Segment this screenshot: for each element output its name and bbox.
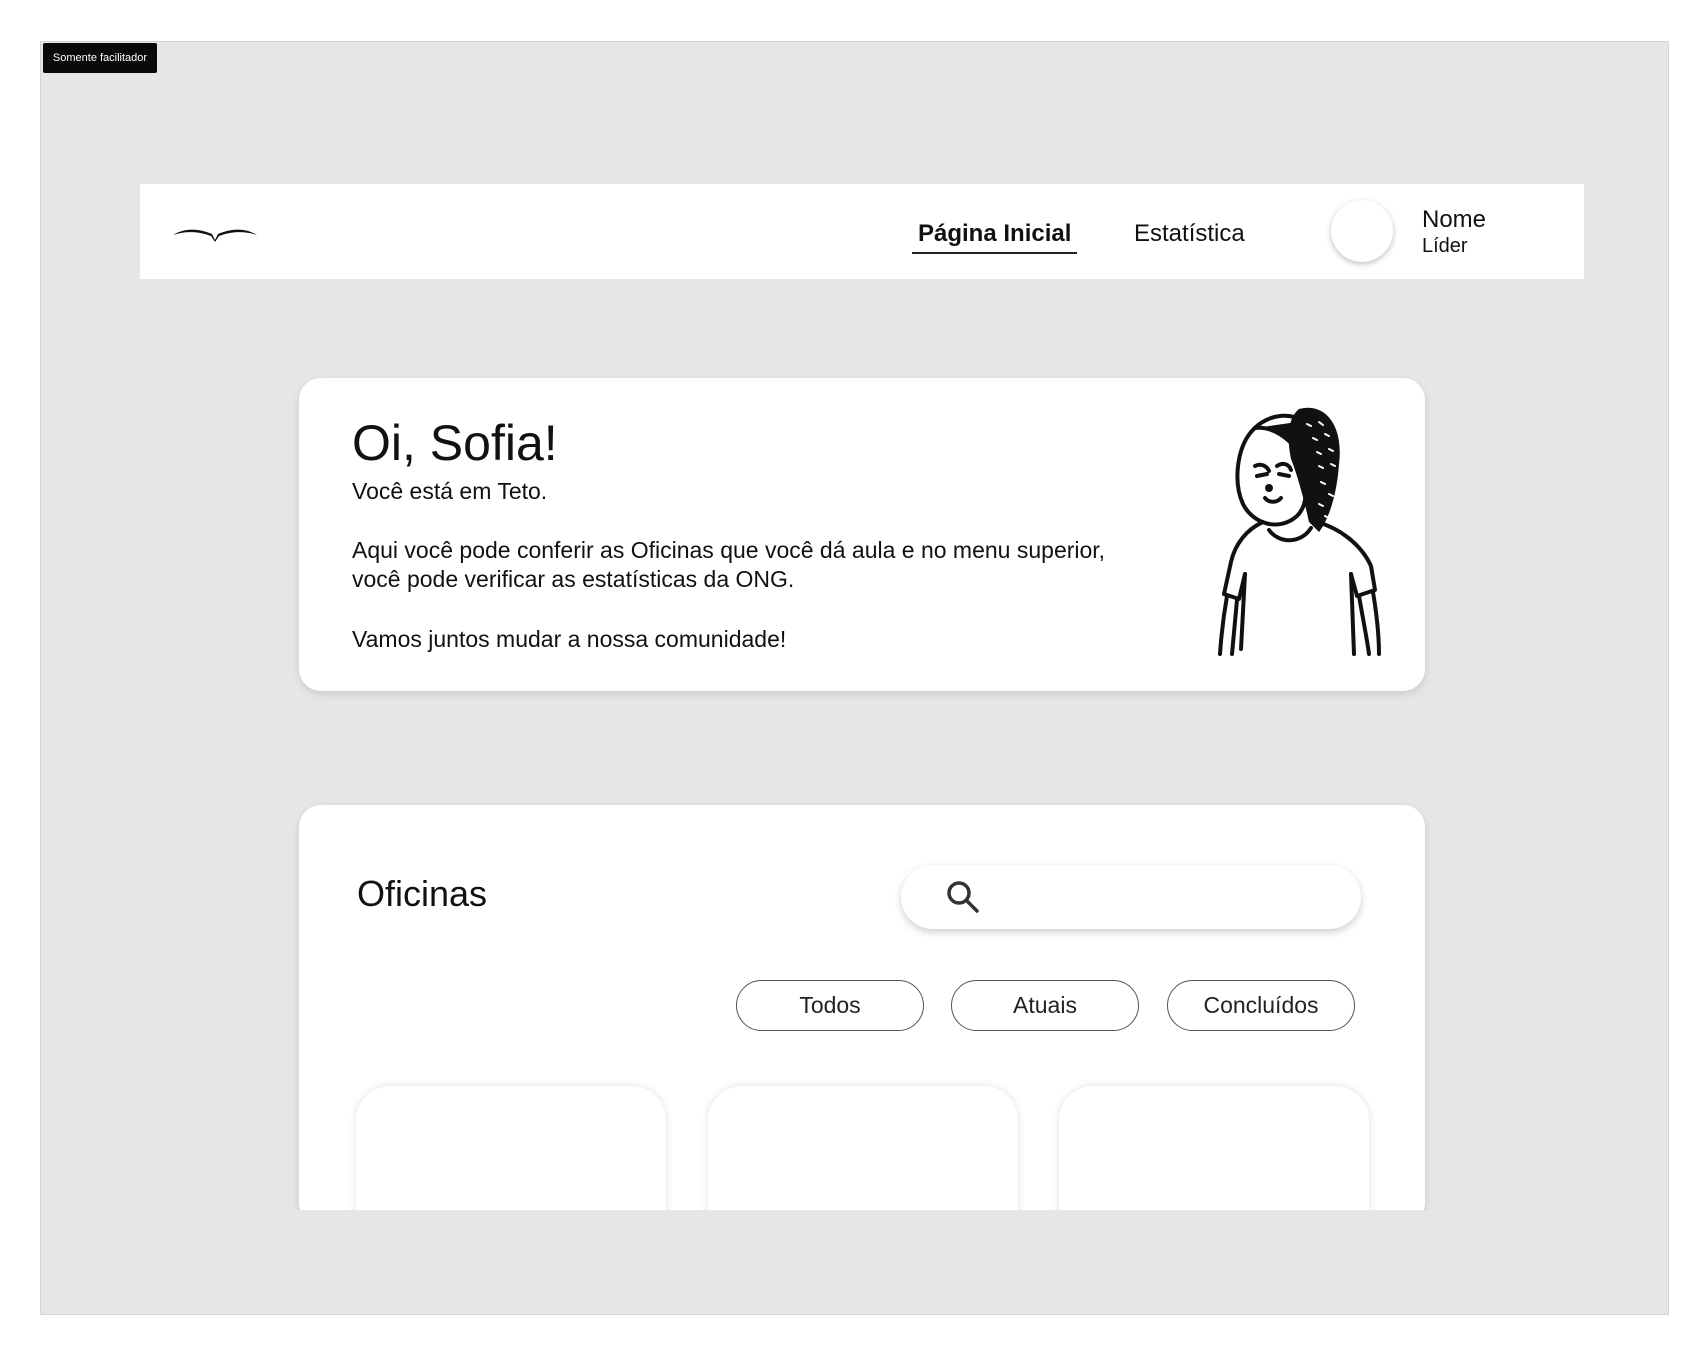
workshop-tile[interactable] bbox=[708, 1086, 1018, 1210]
nav-item-statistics[interactable]: Estatística bbox=[1134, 220, 1245, 248]
welcome-subtitle: Você está em Teto. bbox=[352, 478, 548, 504]
nav-item-home[interactable]: Página Inicial bbox=[912, 220, 1078, 254]
user-role: Líder bbox=[1422, 235, 1468, 257]
user-name: Nome bbox=[1422, 206, 1487, 233]
workshop-tile[interactable] bbox=[1059, 1086, 1369, 1210]
avatar[interactable] bbox=[1331, 200, 1393, 262]
workshop-tile[interactable] bbox=[356, 1086, 666, 1210]
greeting-title: Oi, Sofia! bbox=[352, 415, 558, 471]
filter-completed-button[interactable]: Concluídos bbox=[1167, 980, 1355, 1031]
top-navbar: Página Inicial Estatística Nome Líder bbox=[140, 184, 1584, 279]
welcome-cta-text: Vamos juntos mudar a nossa comunidade! bbox=[352, 626, 787, 652]
welcome-card: Oi, Sofia! Você está em Teto. Aqui você … bbox=[299, 378, 1425, 691]
bird-logo-icon[interactable] bbox=[172, 224, 258, 244]
workshops-card: Oficinas Todos Atuais Concluídos bbox=[299, 805, 1425, 1210]
filter-all-button[interactable]: Todos bbox=[736, 980, 924, 1031]
filter-current-button[interactable]: Atuais bbox=[951, 980, 1139, 1031]
search-icon[interactable] bbox=[945, 879, 981, 915]
workshops-title: Oficinas bbox=[357, 873, 488, 914]
frame-tag: Somente facilitador bbox=[43, 43, 157, 73]
search-bar[interactable] bbox=[901, 865, 1361, 929]
page-canvas: Página Inicial Estatística Nome Líder Oi… bbox=[140, 184, 1584, 1210]
girl-illustration-icon bbox=[1218, 407, 1381, 656]
search-input[interactable] bbox=[997, 884, 1357, 910]
welcome-description: Aqui você pode conferir as Oficinas que … bbox=[352, 537, 1106, 592]
